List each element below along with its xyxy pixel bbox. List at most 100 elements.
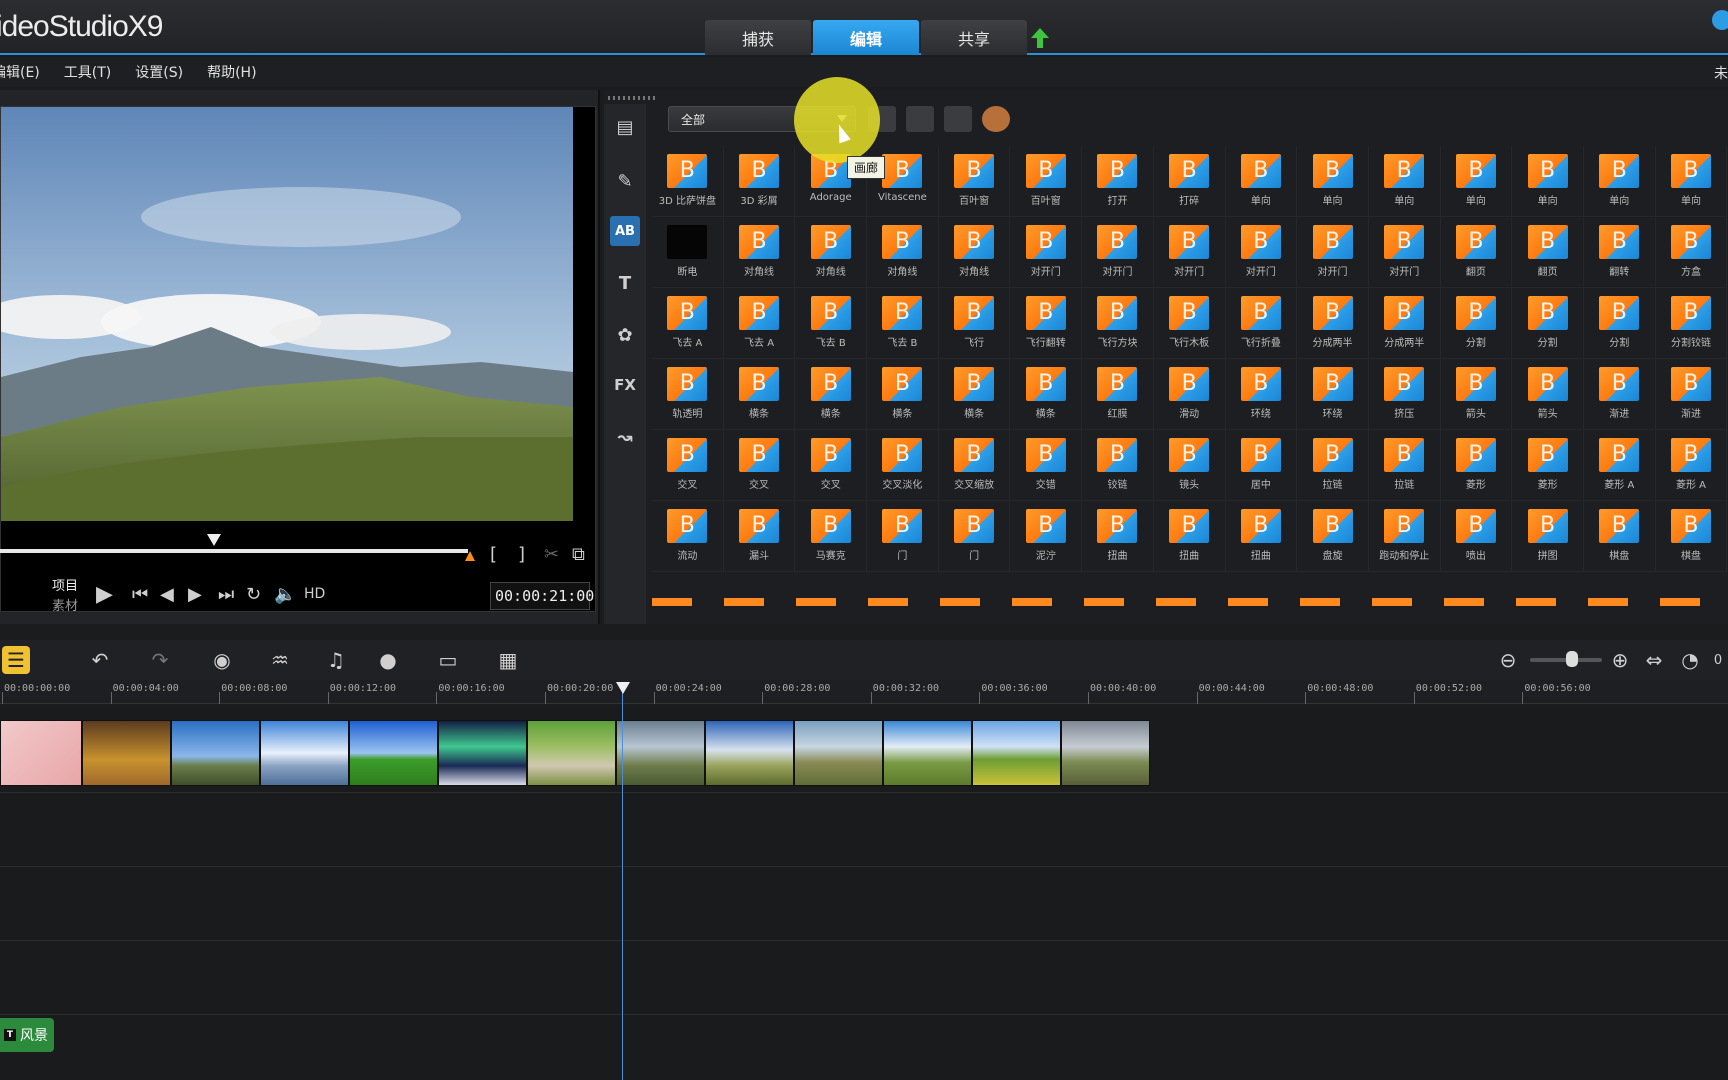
repeat-icon[interactable]: ↻ [246,584,261,605]
transition-item[interactable]: 交叉淡化 [867,430,939,501]
clip-thumbnail[interactable] [438,720,527,786]
transition-item[interactable]: 打碎 [1153,146,1226,217]
transition-item[interactable]: 菱形 [1512,430,1584,501]
transition-item[interactable]: 漏斗 [723,501,796,572]
scrubber-handle[interactable] [207,534,221,546]
clip-thumbnail[interactable] [883,720,972,786]
timeline-playhead[interactable] [622,682,623,1080]
go-to-start-icon[interactable]: ⏮ [132,584,148,605]
clip-thumbnail[interactable] [349,720,438,786]
apply-all-icon[interactable] [944,106,972,132]
tab-edit[interactable]: 编辑 [813,20,919,55]
transition-item[interactable]: 交错 [1010,430,1083,501]
transition-item[interactable]: 交叉 [723,430,796,501]
transition-item[interactable]: 喷出 [1440,501,1513,572]
duration-field[interactable]: 0 [1704,646,1728,674]
project-mode-label[interactable]: 项目 [52,575,78,594]
menu-settings[interactable]: 设置(S) [135,62,183,82]
hd-toggle[interactable]: HD [304,586,325,602]
transition-item[interactable]: 交叉 [795,430,868,501]
playhead-handle[interactable] [616,682,630,694]
transition-item[interactable]: 横条 [795,359,868,430]
transition-item[interactable]: 飞行 [938,288,1011,359]
transition-item[interactable]: 马赛克 [795,501,868,572]
transition-item[interactable]: 拉链 [1368,430,1441,501]
transition-item[interactable]: 单向 [1440,146,1513,217]
transition-item[interactable]: 镜头 [1153,430,1226,501]
transition-item[interactable]: 箭头 [1512,359,1584,430]
transition-item[interactable]: 飞去 A [723,288,796,359]
transition-item[interactable]: 跑动和停止 [1368,501,1441,572]
sound-mixer-icon[interactable]: ♒ [266,646,294,674]
transition-item[interactable]: 横条 [723,359,796,430]
transition-item[interactable]: 对角线 [723,217,796,288]
cut-icon[interactable]: ✂ [544,544,559,565]
transition-item[interactable]: 飞行翻转 [1010,288,1083,359]
menu-help[interactable]: 帮助(H) [207,62,256,82]
transition-item[interactable]: 拼图 [1512,501,1584,572]
transition-item[interactable]: 单向 [1583,146,1656,217]
copy-icon[interactable]: ⧉ [572,544,585,565]
apply-transition-icon[interactable] [906,106,934,132]
transition-item[interactable]: 分成两半 [1368,288,1441,359]
transition-item[interactable]: 3D 彩屑 [723,146,796,217]
transition-item[interactable]: 分割 [1583,288,1656,359]
transition-item[interactable]: 环绕 [1225,359,1298,430]
transition-item[interactable]: 轨透明 [652,359,724,430]
transition-item[interactable]: 对开门 [1297,217,1369,288]
multi-camera-icon[interactable]: ▦ [494,646,522,674]
trim-end-marker[interactable] [465,551,475,561]
menu-edit[interactable]: 编辑(E) [0,62,40,82]
transition-icon[interactable]: AB [610,216,640,246]
media-icon[interactable]: ▤ [610,112,640,142]
transition-item[interactable]: 百叶窗 [938,146,1011,217]
transition-item[interactable]: 对角线 [938,217,1011,288]
transition-item[interactable]: 飞去 B [867,288,939,359]
transition-item[interactable]: 3D 比萨饼盘 [652,146,724,217]
transition-item[interactable]: 单向 [1297,146,1369,217]
transition-item[interactable]: 菱形 A [1655,430,1728,501]
transition-item[interactable]: 门 [938,501,1011,572]
transition-item[interactable]: 棋盘 [1583,501,1656,572]
clip-thumbnail[interactable] [527,720,616,786]
transition-item[interactable]: 对开门 [1153,217,1226,288]
transition-item[interactable]: 对开门 [1225,217,1298,288]
transition-item[interactable]: 打开 [1082,146,1154,217]
transition-item[interactable]: 百叶窗 [1010,146,1083,217]
transition-item[interactable]: 对开门 [1010,217,1083,288]
redo-icon[interactable]: ↷ [146,646,174,674]
transition-item[interactable]: 横条 [867,359,939,430]
transition-item[interactable]: 棋盘 [1655,501,1728,572]
mark-in-icon[interactable]: [ [490,544,497,565]
motion-tracking-icon[interactable]: ● [374,646,402,674]
undo-icon[interactable]: ↶ [86,646,114,674]
transition-item[interactable]: 滑动 [1153,359,1226,430]
transition-item[interactable]: 翻页 [1512,217,1584,288]
transition-item[interactable]: 分割铰链 [1655,288,1728,359]
transition-item[interactable]: 对开门 [1368,217,1441,288]
transition-item[interactable]: 交叉缩放 [938,430,1011,501]
transition-item[interactable]: 翻转 [1583,217,1656,288]
transition-item[interactable]: 翻页 [1440,217,1513,288]
title-icon[interactable]: T [610,268,640,298]
clip-thumbnail[interactable] [616,720,705,786]
volume-icon[interactable]: 🔈 [274,584,296,605]
tab-share[interactable]: 共享 [921,20,1027,55]
fx-icon[interactable]: FX [610,370,640,400]
transition-item[interactable]: 单向 [1368,146,1441,217]
next-frame-icon[interactable]: ▶ [188,584,202,605]
go-to-end-icon[interactable]: ⏭ [218,584,234,605]
zoom-slider-knob[interactable] [1566,651,1578,667]
transition-item[interactable]: 飞行方块 [1082,288,1154,359]
clip-thumbnail[interactable] [705,720,794,786]
transition-item[interactable]: 扭曲 [1225,501,1298,572]
clip-mode-label[interactable]: 素材 [52,595,78,614]
transition-item[interactable]: 对角线 [867,217,939,288]
window-control-icon[interactable] [1712,10,1728,30]
transition-item[interactable]: 扭曲 [1082,501,1154,572]
transition-item[interactable]: 对角线 [795,217,868,288]
panel-grip[interactable] [608,96,656,100]
clip-thumbnail[interactable] [0,720,82,786]
transition-item[interactable]: 交叉 [652,430,724,501]
tab-capture[interactable]: 捕获 [705,20,811,55]
